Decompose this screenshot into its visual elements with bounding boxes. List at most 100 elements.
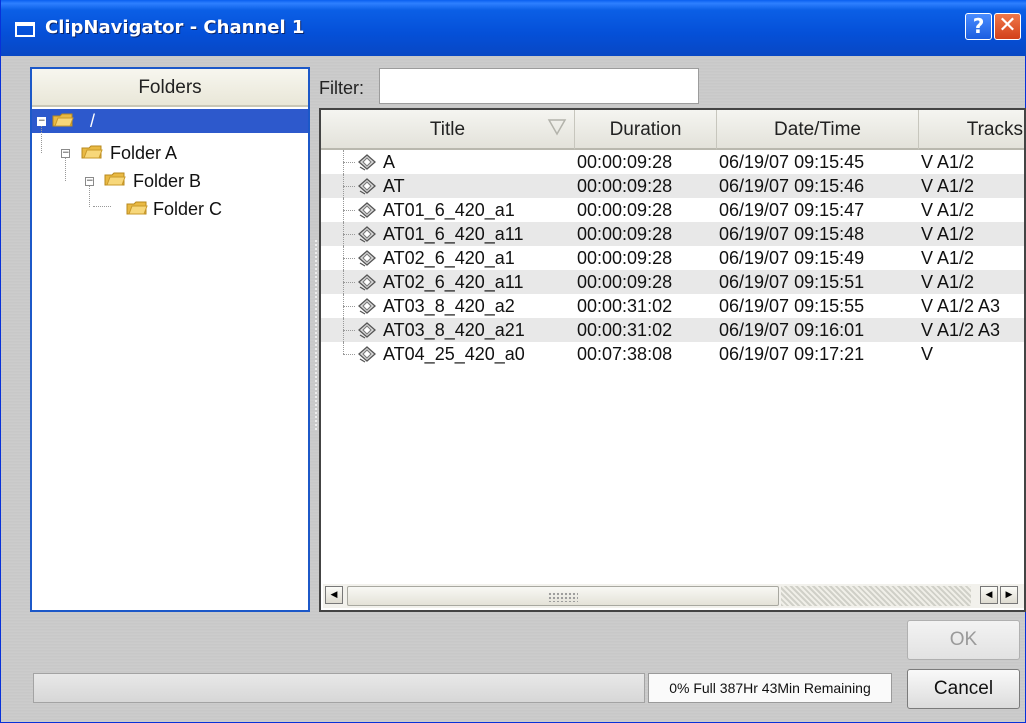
row-tree-line — [343, 342, 344, 354]
column-header-title[interactable]: Title — [321, 110, 575, 150]
clip-icon — [358, 274, 376, 291]
folder-icon — [81, 145, 103, 159]
cell-tracks: V A1/2 — [921, 248, 975, 268]
clip-icon — [358, 226, 376, 243]
sort-descending-icon — [547, 119, 567, 136]
clip-icon — [358, 202, 376, 219]
clip-icon — [358, 298, 376, 315]
ok-button[interactable]: OK — [907, 620, 1020, 660]
row-tree-line — [343, 282, 355, 283]
tree-item-folder-b[interactable]: Folder B — [133, 170, 201, 192]
cell-title: AT02_6_420_a1 — [383, 248, 515, 268]
table-row[interactable]: AT 00:00:09:28 06/19/07 09:15:46 V A1/2 — [321, 174, 1024, 198]
cell-duration: 00:00:09:28 — [577, 152, 673, 172]
cell-tracks: V A1/2 — [921, 152, 975, 172]
row-tree-line — [343, 174, 344, 198]
column-header-datetime[interactable]: Date/Time — [717, 110, 919, 150]
cell-title: AT — [383, 176, 405, 196]
cell-duration: 00:07:38:08 — [577, 344, 673, 364]
tree-line — [41, 125, 42, 153]
cell-duration: 00:00:09:28 — [577, 200, 673, 220]
clip-icon — [358, 178, 376, 195]
cell-duration: 00:00:09:28 — [577, 176, 673, 196]
row-tree-line — [343, 150, 344, 174]
cell-datetime: 06/19/07 09:15:45 — [719, 152, 865, 172]
clip-icon — [358, 322, 376, 339]
tree-expander[interactable]: − — [61, 149, 70, 158]
table-row[interactable]: AT04_25_420_a0 00:07:38:08 06/19/07 09:17:… — [321, 342, 1024, 366]
folder-icon — [52, 113, 74, 127]
cell-duration: 00:00:09:28 — [577, 272, 673, 292]
scroll-thumb[interactable] — [347, 586, 779, 606]
cell-duration: 00:00:31:02 — [577, 320, 673, 340]
row-tree-line — [343, 258, 355, 259]
title-bar[interactable]: ClipNavigator - Channel 1 ? ✕ — [1, 0, 1026, 56]
table-row[interactable]: A 00:00:09:28 06/19/07 09:15:45 V A1/2 — [321, 150, 1024, 174]
table-row[interactable]: AT02_6_420_a1 00:00:09:28 06/19/07 09:15:4… — [321, 246, 1024, 270]
row-tree-line — [343, 210, 355, 211]
cell-datetime: 06/19/07 09:15:55 — [719, 296, 865, 316]
cell-datetime: 06/19/07 09:16:01 — [719, 320, 865, 340]
window-title: ClipNavigator - Channel 1 — [45, 17, 305, 38]
horizontal-scrollbar[interactable]: ◀ ◀ ▶ — [323, 584, 1024, 608]
row-tree-line — [343, 162, 355, 163]
row-tree-line — [343, 186, 355, 187]
cell-tracks: V — [921, 344, 934, 364]
scroll-right-button[interactable]: ▶ — [1000, 586, 1018, 604]
row-tree-line — [343, 306, 355, 307]
row-tree-line — [343, 246, 344, 270]
cell-duration: 00:00:09:28 — [577, 248, 673, 268]
cell-datetime: 06/19/07 09:15:48 — [719, 224, 865, 244]
clip-icon — [358, 346, 376, 363]
cell-datetime: 06/19/07 09:17:21 — [719, 344, 865, 364]
cell-title: AT03_8_420_a21 — [383, 320, 525, 340]
folders-header[interactable]: Folders — [32, 69, 308, 107]
column-header-duration[interactable]: Duration — [575, 110, 717, 150]
window-icon — [15, 22, 35, 37]
tree-expander[interactable]: − — [85, 177, 94, 186]
table-row[interactable]: AT02_6_420_a11 00:00:09:28 06/19/07 09:15:… — [321, 270, 1024, 294]
tree-item-folder-c[interactable]: Folder C — [153, 198, 222, 220]
cell-title: AT01_6_420_a1 — [383, 200, 515, 220]
cell-datetime: 06/19/07 09:15:51 — [719, 272, 865, 292]
folder-icon — [126, 201, 148, 215]
table-row[interactable]: AT03_8_420_a21 00:00:31:02 06/19/07 09:16:… — [321, 318, 1024, 342]
cancel-button[interactable]: Cancel — [907, 669, 1020, 709]
row-tree-line — [343, 318, 344, 342]
column-header-title-label: Title — [429, 119, 466, 140]
row-tree-line — [343, 222, 344, 246]
row-tree-line — [343, 270, 344, 294]
table-row[interactable]: AT01_6_420_a1 00:00:09:28 06/19/07 09:15:4… — [321, 198, 1024, 222]
scroll-track[interactable] — [781, 586, 971, 606]
scroll-grip — [548, 592, 578, 602]
tree-item-root[interactable]: / — [90, 110, 95, 132]
cell-datetime: 06/19/07 09:15:49 — [719, 248, 865, 268]
filter-input[interactable] — [379, 68, 699, 104]
clip-icon — [358, 250, 376, 267]
cell-title: AT04_25_420_a0 — [383, 344, 525, 364]
cell-tracks: V A1/2 — [921, 272, 975, 292]
cell-title: A — [383, 152, 396, 172]
cell-tracks: V A1/2 — [921, 224, 975, 244]
column-header-tracks[interactable]: Tracks — [919, 110, 1024, 150]
scroll-left-button[interactable]: ◀ — [325, 586, 343, 604]
table-row[interactable]: AT01_6_420_a11 00:00:09:28 06/19/07 09:15:… — [321, 222, 1024, 246]
clipnavigator-window: ClipNavigator - Channel 1 ? ✕ Folders − … — [0, 0, 1026, 723]
help-button[interactable]: ? — [965, 13, 992, 40]
row-tree-line — [343, 330, 355, 331]
cell-datetime: 06/19/07 09:15:47 — [719, 200, 865, 220]
tree-item-folder-a[interactable]: Folder A — [110, 142, 177, 164]
close-button[interactable]: ✕ — [994, 13, 1021, 40]
clip-table: Title Duration Date/Time Tracks A 00:00:0… — [319, 108, 1026, 612]
tree-expander[interactable]: − — [37, 117, 46, 126]
table-row[interactable]: AT03_8_420_a2 00:00:31:02 06/19/07 09:15:5… — [321, 294, 1024, 318]
row-tree-line — [343, 354, 355, 355]
cell-title: AT03_8_420_a2 — [383, 296, 515, 316]
cell-tracks: V A1/2 A3 — [921, 320, 1001, 340]
cell-title: AT02_6_420_a11 — [383, 272, 524, 292]
cell-tracks: V A1/2 — [921, 200, 975, 220]
scroll-left-button-2[interactable]: ◀ — [980, 586, 998, 604]
row-tree-line — [343, 234, 355, 235]
storage-status-text: 0% Full 387Hr 43Min Remaining — [648, 673, 892, 703]
filter-label: Filter: — [319, 78, 364, 98]
